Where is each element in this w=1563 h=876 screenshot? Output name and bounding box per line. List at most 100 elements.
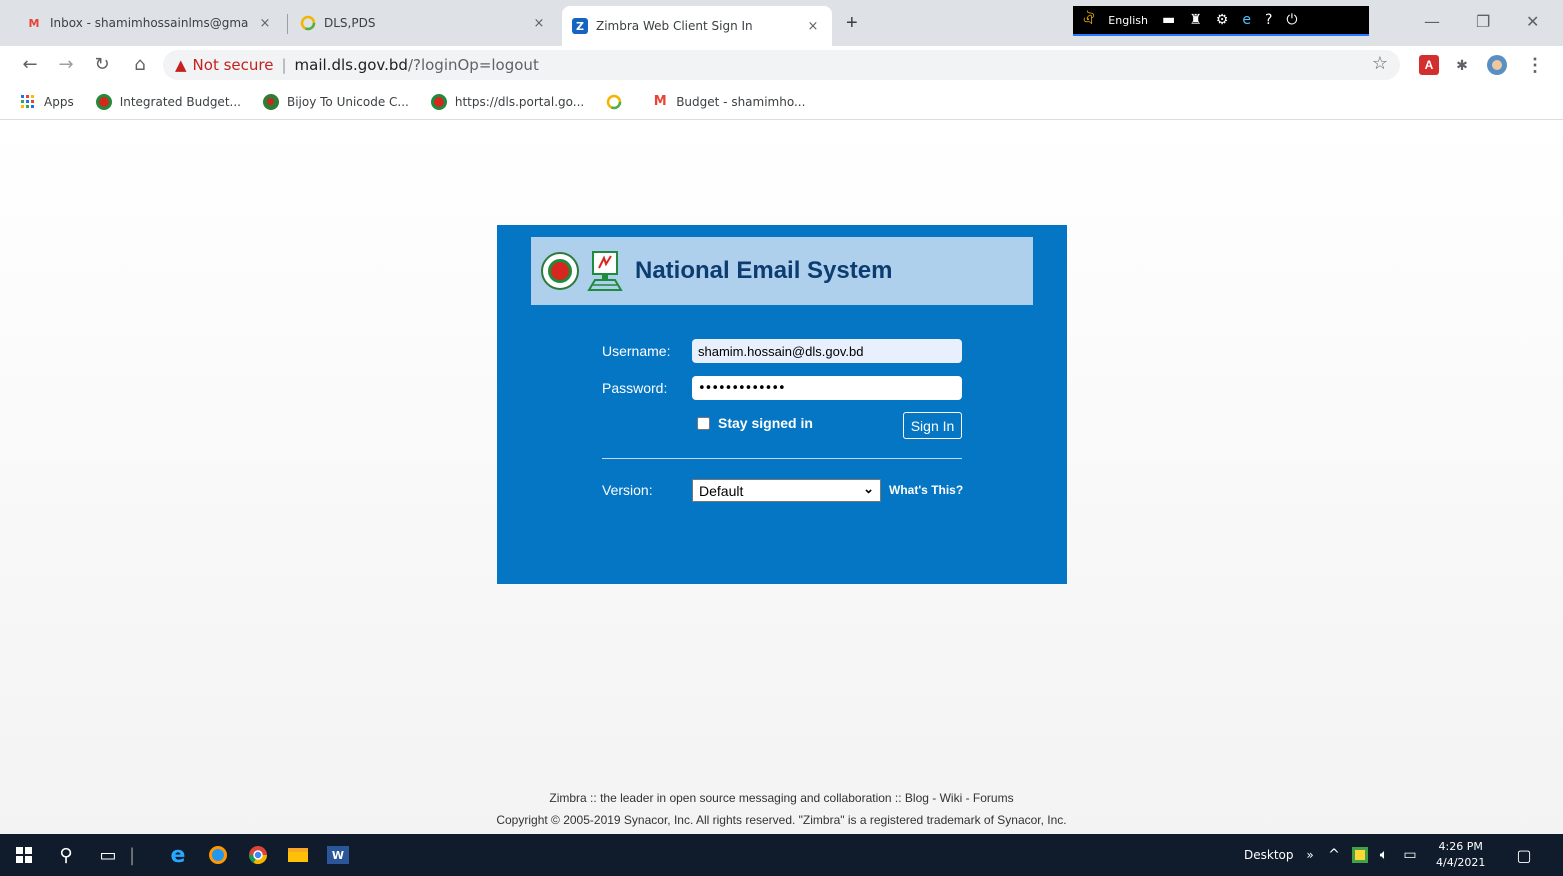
sign-in-button[interactable]: Sign In <box>903 412 962 439</box>
word-icon[interactable]: W <box>326 843 350 867</box>
bookmark-label: Budget - shamimho... <box>676 94 806 109</box>
reload-icon[interactable]: ↻ <box>90 53 114 77</box>
profile-avatar-icon[interactable] <box>1487 55 1507 75</box>
action-center-icon[interactable]: ▢ <box>1512 843 1536 867</box>
chrome-icon[interactable] <box>246 843 270 867</box>
ie-icon[interactable]: e <box>1242 12 1251 28</box>
tray-app-icon[interactable] <box>1348 843 1372 867</box>
close-icon[interactable]: × <box>256 16 274 31</box>
clock-date: 4/4/2021 <box>1436 856 1486 869</box>
bookmark-dls-portal[interactable]: https://dls.portal.go... <box>430 93 585 110</box>
stay-signed-in[interactable]: Stay signed in <box>697 415 813 431</box>
address-divider: | <box>281 56 287 74</box>
bookmark-apps[interactable]: Apps <box>20 94 74 110</box>
password-field[interactable] <box>692 376 962 400</box>
windows-taskbar: ⚲ ▭ | e W Desktop » ^ 🔈︎ ▭ 4:26 PM 4/4/2… <box>0 834 1563 876</box>
tab-title: DLS,PDS <box>324 16 376 30</box>
login-banner: National Email System <box>531 237 1033 305</box>
gear-icon[interactable]: ⚙ <box>1216 12 1229 28</box>
government-seal-icon <box>541 252 579 290</box>
app-icon[interactable] <box>206 843 230 867</box>
close-window-icon[interactable]: ✕ <box>1526 12 1539 31</box>
tab-separator <box>287 14 288 34</box>
version-select[interactable]: Default ⌄ <box>692 479 881 502</box>
windows-start-icon[interactable] <box>12 843 36 867</box>
seal-icon <box>430 93 447 110</box>
stay-signed-in-checkbox[interactable] <box>697 416 710 430</box>
help-icon[interactable]: ? <box>1265 12 1272 28</box>
seal-icon <box>95 93 112 110</box>
keyboard-icon[interactable]: ▬ <box>1162 12 1175 28</box>
zimbra-icon: Z <box>572 18 588 34</box>
extensions-puzzle-icon[interactable]: ✱ <box>1452 55 1472 75</box>
password-label: Password: <box>602 380 668 396</box>
chevron-down-icon: ⌄ <box>863 481 874 496</box>
back-icon[interactable]: ← <box>18 53 42 77</box>
bookmark-ring-logo[interactable] <box>606 94 630 110</box>
tool-icon[interactable]: ♜ <box>1189 12 1202 28</box>
ring-logo-icon <box>300 15 316 31</box>
restore-icon[interactable]: ❐ <box>1476 12 1490 31</box>
search-icon[interactable]: ⚲ <box>54 843 78 867</box>
ring-logo-icon <box>606 94 622 110</box>
network-icon[interactable]: ▭ <box>1398 843 1422 867</box>
bookmark-label: Integrated Budget... <box>119 94 241 109</box>
file-explorer-icon[interactable] <box>286 843 310 867</box>
browser-tab-strip: M Inbox - shamimhossainlms@gma × DLS,PDS… <box>0 0 1563 46</box>
power-icon[interactable]: ⏻ <box>1286 12 1297 28</box>
browser-toolbar: ← → ↻ ⌂ ▲ Not secure | mail.dls.gov.bd/?… <box>0 46 1563 84</box>
dot-icon <box>262 93 279 110</box>
bookmark-label: Bijoy To Unicode C... <box>286 94 409 109</box>
new-tab-button[interactable]: + <box>846 12 858 35</box>
username-label: Username: <box>602 343 671 359</box>
show-hidden-icons-icon[interactable]: ^ <box>1322 843 1346 867</box>
warning-icon[interactable]: ▲ <box>175 56 187 74</box>
login-card: National Email System Username: Password… <box>497 225 1067 584</box>
bookmark-label: https://dls.portal.go... <box>454 94 585 109</box>
url-path: /?loginOp=logout <box>407 56 539 74</box>
bookmark-integrated-budget[interactable]: Integrated Budget... <box>95 93 241 110</box>
stay-signed-in-label[interactable]: Stay signed in <box>718 415 813 431</box>
brand-title: National Email System <box>635 257 893 284</box>
home-icon[interactable]: ⌂ <box>128 53 152 77</box>
edge-icon[interactable]: e <box>166 843 190 868</box>
bookmark-bijoy-unicode[interactable]: Bijoy To Unicode C... <box>262 93 409 110</box>
bookmark-star-icon[interactable]: ☆ <box>1372 53 1388 74</box>
url-host: mail.dls.gov.bd <box>294 56 408 74</box>
bangla-keyboard-icon[interactable]: ঐ <box>1083 8 1094 32</box>
close-icon[interactable]: × <box>804 19 822 34</box>
desktop-toolbar[interactable]: Desktop <box>1244 848 1294 862</box>
username-field[interactable] <box>692 339 962 363</box>
not-secure-label[interactable]: Not secure <box>193 56 274 74</box>
bookmarks-bar: Apps Integrated Budget... Bijoy To Unico… <box>0 84 1563 120</box>
forward-icon[interactable]: → <box>54 53 78 77</box>
version-label: Version: <box>602 482 653 498</box>
tab-zimbra-sign-in[interactable]: Z Zimbra Web Client Sign In × <box>562 6 832 46</box>
tab-title: Inbox - shamimhossainlms@gma <box>50 16 249 30</box>
apps-grid-icon <box>20 94 36 110</box>
task-view-icon[interactable]: ▭ <box>96 843 120 867</box>
taskbar-clock[interactable]: 4:26 PM 4/4/2021 <box>1436 839 1485 871</box>
gmail-icon: M <box>28 16 40 30</box>
computer-logo-icon <box>587 250 623 292</box>
bookmark-label: Apps <box>44 94 74 109</box>
bookmark-budget-gmail[interactable]: M Budget - shamimho... <box>652 94 806 110</box>
menu-kebab-icon[interactable]: ⋮ <box>1525 55 1545 75</box>
tab-inbox[interactable]: M Inbox - shamimhossainlms@gma × <box>16 6 284 40</box>
tab-title: Zimbra Web Client Sign In <box>596 19 753 33</box>
footer-tagline: Zimbra :: the leader in open source mess… <box>549 791 1014 805</box>
minimize-icon[interactable]: — <box>1424 12 1440 31</box>
ime-language[interactable]: English <box>1108 14 1148 27</box>
pdf-extension-icon[interactable]: A <box>1419 55 1439 75</box>
volume-icon[interactable]: 🔈︎ <box>1372 843 1396 867</box>
footer-copyright: Copyright © 2005-2019 Synacor, Inc. All … <box>496 813 1067 827</box>
form-divider <box>602 458 962 459</box>
whats-this-link[interactable]: What's This? <box>889 483 963 497</box>
ime-toolbar: ঐ English ▬ ♜ ⚙ e ? ⏻ <box>1073 6 1369 36</box>
address-bar[interactable]: ▲ Not secure | mail.dls.gov.bd/?loginOp=… <box>163 50 1400 80</box>
gmail-icon: M <box>653 94 667 109</box>
tab-dls-pds[interactable]: DLS,PDS × <box>290 6 558 40</box>
close-icon[interactable]: × <box>530 16 548 31</box>
page-content: National Email System Username: Password… <box>0 121 1563 834</box>
chevron-expand-icon[interactable]: » <box>1298 843 1322 867</box>
